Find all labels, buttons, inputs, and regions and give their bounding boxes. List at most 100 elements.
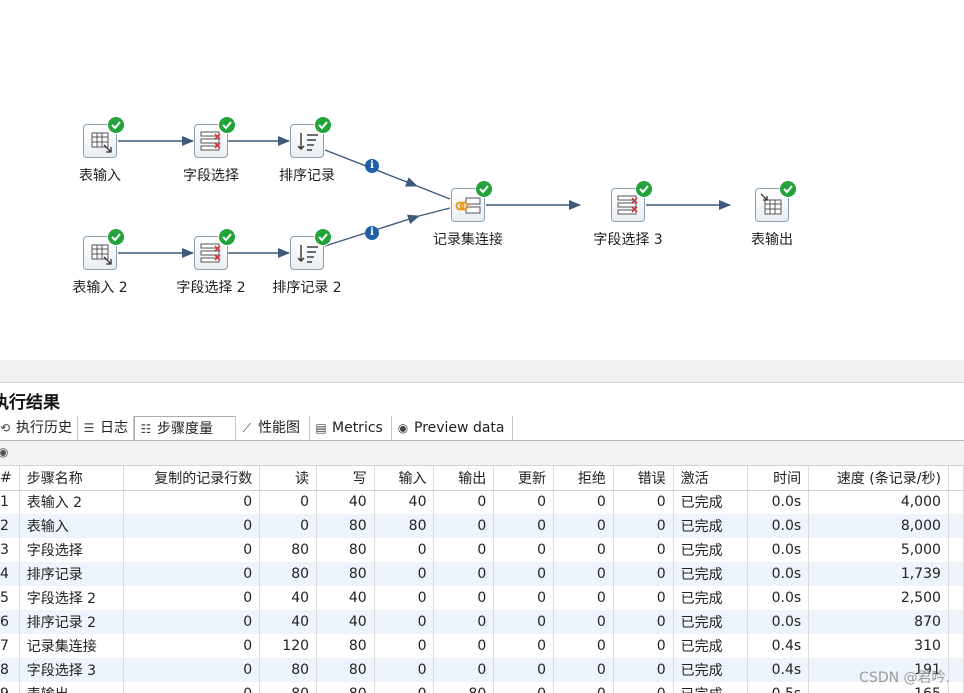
table-cell: 0 (123, 658, 261, 682)
col-header-output[interactable]: 输出 (433, 466, 495, 491)
table-header-row: # 步骤名称 复制的记录行数 读 写 输入 输出 更新 拒绝 错误 激活 时间 … (0, 466, 964, 491)
table-cell-filler (948, 586, 964, 610)
col-header-written[interactable]: 写 (316, 466, 375, 491)
step-table-input-2[interactable] (83, 228, 125, 270)
col-header-copied-rows[interactable]: 复制的记录行数 (123, 466, 261, 491)
table-cell: 2,500 (808, 586, 949, 610)
table-cell: 0 (433, 658, 495, 682)
table-cell: 0 (613, 562, 674, 586)
metrics-toolbar: ◉ (0, 441, 964, 466)
table-cell: 0 (123, 634, 261, 658)
table-cell: 120 (259, 634, 318, 658)
table-cell-filler (948, 562, 964, 586)
history-icon: ⟲ (0, 421, 11, 435)
tab-log[interactable]: ☰ 日志 (78, 416, 134, 440)
table-cell: 40 (259, 586, 318, 610)
panel-splitter[interactable] (0, 360, 964, 383)
table-cell: 0 (613, 538, 674, 562)
table-cell: 0 (613, 610, 674, 634)
hop-line[interactable] (418, 207, 451, 217)
table-row[interactable]: 7 记录集连接 0 120 80 0 0 0 0 0 已完成 0.4s 310 (0, 634, 964, 658)
col-header-step-name[interactable]: 步骤名称 (19, 466, 125, 491)
step-table-output[interactable] (755, 180, 797, 222)
col-header-time[interactable]: 时间 (747, 466, 810, 491)
step-field-select-3[interactable] (611, 180, 653, 222)
table-cell: 0 (433, 610, 495, 634)
table-cell: 0.5s (747, 682, 810, 693)
transformation-canvas[interactable]: i i 表输入 字段选择 排序记录 表输入 2 字段选择 2 排序记录 2 记录… (0, 0, 964, 360)
table-row[interactable]: 1 表输入 2 0 0 40 40 0 0 0 0 已完成 0.0s 4,000 (0, 490, 964, 514)
tab-metrics[interactable]: ▤ Metrics (310, 416, 392, 440)
table-cell: 已完成 (673, 562, 749, 586)
table-cell: 0.4s (747, 658, 810, 682)
table-cell: 1 (0, 490, 20, 514)
table-cell: 0.0s (747, 610, 810, 634)
table-cell: 已完成 (673, 658, 749, 682)
tab-performance-chart[interactable]: ⟋ 性能图 (236, 416, 310, 440)
table-cell: 0 (493, 658, 555, 682)
table-cell: 80 (259, 538, 318, 562)
table-cell: 0 (493, 490, 555, 514)
step-metrics-table[interactable]: # 步骤名称 复制的记录行数 读 写 输入 输出 更新 拒绝 错误 激活 时间 … (0, 466, 964, 693)
step-label: 记录集连接 (433, 232, 503, 248)
col-header-speed[interactable]: 速度 (条记录/秒) (808, 466, 949, 491)
step-label: 表输出 (751, 232, 793, 248)
performance-chart-icon: ⟋ (242, 421, 252, 435)
table-cell: 排序记录 (19, 562, 125, 586)
col-header-index[interactable]: # (0, 466, 20, 491)
success-check-icon (635, 180, 653, 198)
step-merge-join[interactable] (451, 180, 493, 222)
table-cell: 0 (553, 610, 614, 634)
col-header-updated[interactable]: 更新 (493, 466, 555, 491)
table-cell: 0 (613, 682, 674, 693)
table-cell: 0.0s (747, 514, 810, 538)
table-cell: 表输入 (19, 514, 125, 538)
step-label: 排序记录 (279, 168, 335, 184)
col-header-active[interactable]: 激活 (673, 466, 749, 491)
table-row[interactable]: 8 字段选择 3 0 80 80 0 0 0 0 0 已完成 0.4s 191 (0, 658, 964, 682)
success-check-icon (218, 116, 236, 134)
table-row[interactable]: 4 排序记录 0 80 80 0 0 0 0 0 已完成 0.0s 1,739 (0, 562, 964, 586)
table-cell: 80 (433, 682, 495, 693)
hop-line[interactable] (416, 185, 451, 200)
info-icon[interactable]: i (365, 159, 379, 173)
table-row[interactable]: 6 排序记录 2 0 40 40 0 0 0 0 0 已完成 0.0s 870 (0, 610, 964, 634)
step-table-input[interactable] (83, 116, 125, 158)
table-cell: 0 (613, 586, 674, 610)
table-cell: 已完成 (673, 514, 749, 538)
col-header-read[interactable]: 读 (259, 466, 318, 491)
table-cell: 870 (808, 610, 949, 634)
col-header-rejected[interactable]: 拒绝 (553, 466, 614, 491)
table-cell: 40 (316, 610, 375, 634)
table-row[interactable]: 5 字段选择 2 0 40 40 0 0 0 0 0 已完成 0.0s 2,500 (0, 586, 964, 610)
step-field-select-2[interactable] (194, 228, 236, 270)
col-header-errors[interactable]: 错误 (613, 466, 674, 491)
table-cell: 0 (433, 538, 495, 562)
tab-step-metrics[interactable]: ☷ 步骤度量 (134, 416, 236, 440)
tab-preview-data[interactable]: ◉ Preview data (392, 416, 513, 440)
tab-execution-history[interactable]: ⟲ 执行历史 (0, 416, 78, 440)
table-cell-filler (948, 634, 964, 658)
table-cell: 40 (316, 586, 375, 610)
table-cell: 0 (553, 562, 614, 586)
col-header-input[interactable]: 输入 (374, 466, 435, 491)
table-row[interactable]: 9表输出08080080000已完成0.5s165 (0, 682, 964, 693)
table-cell: 80 (259, 658, 318, 682)
table-cell: 表输入 2 (19, 490, 125, 514)
info-icon[interactable]: i (365, 226, 379, 240)
step-label: 字段选择 3 (593, 232, 663, 248)
table-cell: 0 (613, 658, 674, 682)
table-cell: 0 (493, 610, 555, 634)
step-field-select[interactable] (194, 116, 236, 158)
table-cell: 4 (0, 562, 20, 586)
table-cell-filler (948, 610, 964, 634)
step-sort-rows[interactable] (290, 116, 332, 158)
table-cell: 已完成 (673, 610, 749, 634)
table-cell: 5,000 (808, 538, 949, 562)
table-row[interactable]: 2 表输入 0 0 80 80 0 0 0 0 已完成 0.0s 8,000 (0, 514, 964, 538)
table-row[interactable]: 3 字段选择 0 80 80 0 0 0 0 0 已完成 0.0s 5,000 (0, 538, 964, 562)
table-cell: 0 (433, 514, 495, 538)
eye-icon[interactable]: ◉ (0, 445, 8, 459)
step-sort-rows-2[interactable] (290, 228, 332, 270)
table-cell: 0 (553, 682, 614, 693)
